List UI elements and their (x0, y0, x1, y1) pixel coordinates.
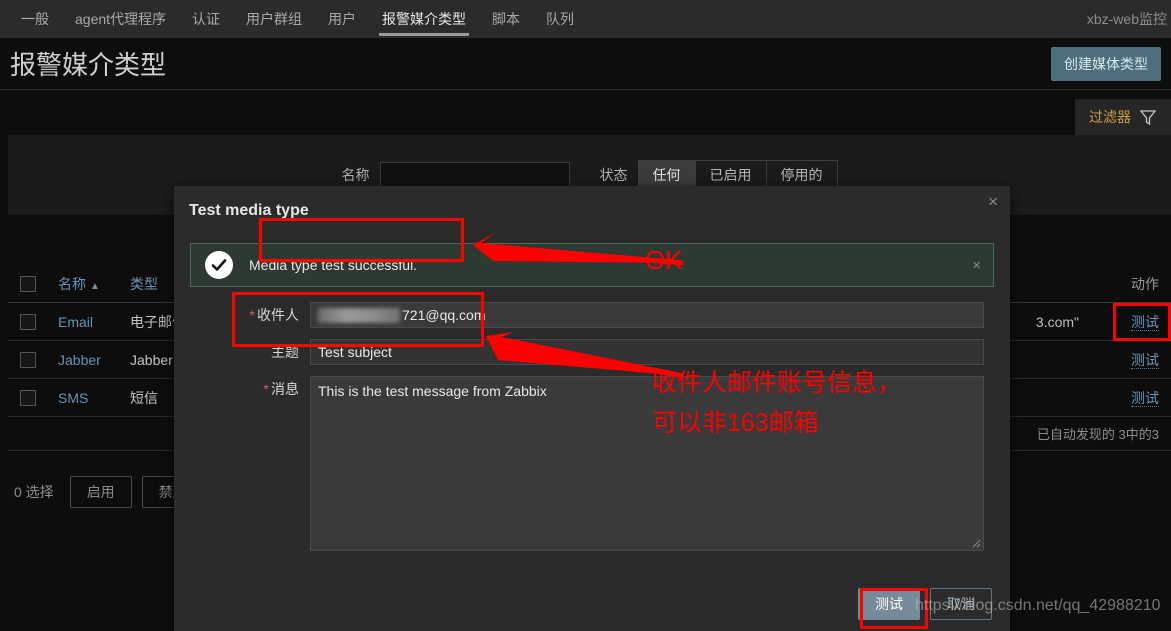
row-name-link[interactable]: Email (58, 314, 130, 330)
funnel-icon (1139, 110, 1157, 126)
dialog-test-button[interactable]: 测试 (858, 588, 920, 620)
nav-item-user-groups[interactable]: 用户群组 (233, 0, 315, 38)
nav-item-queue[interactable]: 队列 (533, 0, 587, 38)
nav-item-label: agent代理程序 (75, 11, 167, 27)
required-marker: * (249, 307, 255, 323)
dialog-footer: 测试 取消 (858, 588, 992, 620)
field-row-subject: 主题 Test subject (174, 339, 1010, 365)
field-row-recipient: * 收件人 721@qq.com (174, 302, 1010, 328)
page-header: 报警媒介类型 创建媒体类型 (0, 38, 1171, 90)
sort-ascending-icon: ▲ (90, 280, 100, 292)
row-name-link[interactable]: Jabber (58, 352, 130, 368)
filter-status-enabled[interactable]: 已启用 (696, 161, 767, 189)
nav-item-agent-proxy[interactable]: agent代理程序 (62, 0, 179, 38)
test-media-form: * 收件人 721@qq.com 主题 Test subject * 消息 This… (174, 302, 1010, 562)
required-marker: * (263, 381, 269, 397)
recipient-label: * 收件人 (174, 302, 310, 328)
row-checkbox[interactable] (20, 313, 36, 330)
top-navigation-bar: 一般 agent代理程序 认证 用户群组 用户 报警媒介类型 脚本 队列 xbz… (0, 0, 1171, 38)
dialog-title: Test media type (189, 202, 309, 219)
filter-tab-label: 过滤器 (1089, 109, 1131, 125)
selection-count-label: 0 选择 (14, 484, 54, 500)
page-title: 报警媒介类型 (10, 50, 167, 80)
column-header-actions: 动作 (1131, 275, 1159, 292)
row-test-label: 测试 (1131, 389, 1159, 407)
filter-status-disabled[interactable]: 停用的 (767, 161, 837, 189)
success-message-box: Media type test successful. × (190, 243, 994, 287)
message-textarea[interactable]: This is the test message from Zabbix (310, 376, 984, 551)
column-header-name-label: 名称 (58, 275, 86, 292)
message-label: * 消息 (174, 376, 310, 402)
column-header-name[interactable]: 名称 ▲ (58, 274, 130, 294)
recipient-value: 721@qq.com (402, 307, 486, 323)
success-message-text: Media type test successful. (249, 257, 418, 273)
filter-status-label: 状态 (599, 167, 628, 183)
resize-handle-icon[interactable] (971, 538, 981, 548)
nav-item-label: 脚本 (492, 11, 521, 27)
filter-tab-row: 过滤器 (8, 99, 1171, 135)
row-test-link[interactable]: 测试 (1097, 350, 1159, 370)
row-checkbox[interactable] (20, 389, 36, 406)
nav-item-label: 用户群组 (246, 11, 303, 27)
nav-item-list: 一般 agent代理程序 认证 用户群组 用户 报警媒介类型 脚本 队列 (0, 0, 587, 38)
message-value: This is the test message from Zabbix (318, 383, 547, 399)
recipient-input[interactable]: 721@qq.com (310, 302, 984, 328)
current-user-label[interactable]: xbz-web监控 (1087, 0, 1171, 38)
nav-item-label: 用户 (328, 11, 357, 27)
nav-item-general[interactable]: 一般 (8, 0, 62, 38)
recipient-label-text: 收件人 (257, 307, 299, 323)
create-media-type-button[interactable]: 创建媒体类型 (1051, 46, 1161, 81)
filter-status-any[interactable]: 任何 (638, 161, 696, 189)
row-test-label: 测试 (1131, 351, 1159, 369)
nav-item-scripts[interactable]: 脚本 (479, 0, 533, 38)
test-media-type-dialog: × Test media type Media type test succes… (174, 186, 1010, 631)
subject-input[interactable]: Test subject (310, 339, 984, 365)
nav-item-label: 一般 (21, 11, 49, 27)
check-circle-icon (205, 251, 233, 279)
nav-item-authentication[interactable]: 认证 (179, 0, 233, 38)
nav-item-label: 报警媒介类型 (382, 11, 467, 27)
row-test-label: 测试 (1131, 313, 1159, 331)
dialog-cancel-button[interactable]: 取消 (930, 588, 992, 620)
select-all-checkbox[interactable] (20, 275, 36, 292)
message-label-text: 消息 (271, 381, 299, 397)
redacted-text-mask (318, 307, 400, 323)
row-checkbox[interactable] (20, 351, 36, 368)
filter-tab[interactable]: 过滤器 (1075, 99, 1171, 135)
dialog-close-icon[interactable]: × (988, 193, 998, 210)
row-test-link[interactable]: 测试 (1097, 388, 1159, 408)
row-name-link[interactable]: SMS (58, 390, 130, 406)
row-test-link[interactable]: 测试 (1097, 312, 1159, 332)
field-row-message: * 消息 This is the test message from Zabbix (174, 376, 1010, 551)
zabbix-media-type-page: 一般 agent代理程序 认证 用户群组 用户 报警媒介类型 脚本 队列 xbz… (0, 0, 1171, 631)
filter-name-label: 名称 (341, 167, 370, 183)
message-close-icon[interactable]: × (972, 257, 981, 274)
subject-label: 主题 (271, 344, 299, 360)
filter-name-input[interactable] (379, 162, 570, 188)
enable-button[interactable]: 启用 (69, 476, 132, 508)
nav-item-media-types[interactable]: 报警媒介类型 (369, 0, 479, 38)
nav-item-label: 认证 (192, 11, 221, 27)
nav-item-label: 队列 (546, 11, 575, 27)
nav-item-users[interactable]: 用户 (315, 0, 369, 38)
